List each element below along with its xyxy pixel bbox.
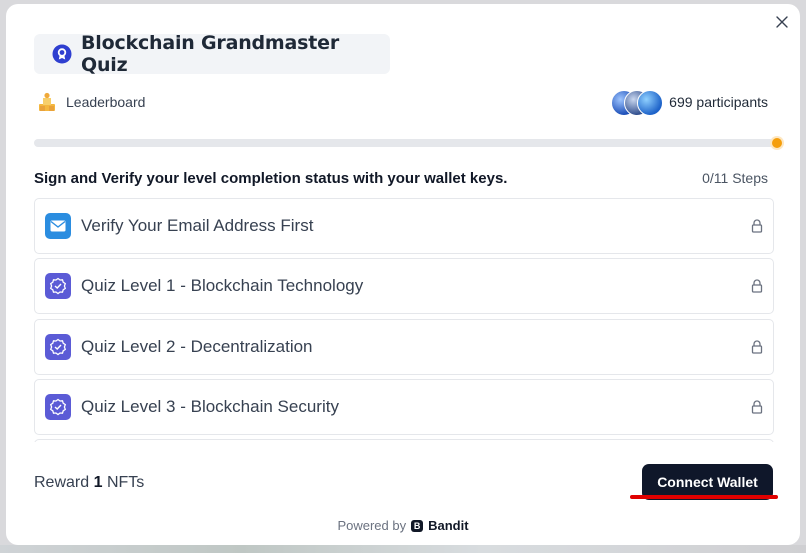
step-item-quiz-level-1[interactable]: Quiz Level 1 - Blockchain Technology [34, 258, 774, 314]
participants-info: 699 participants [611, 88, 768, 116]
avatar [637, 90, 664, 116]
step-item-verify-email[interactable]: Verify Your Email Address First [34, 198, 774, 254]
step-label: Verify Your Email Address First [81, 216, 314, 235]
steps-counter: 0/11 Steps [702, 170, 768, 186]
reward-summary: Reward 1 NFTs [34, 474, 144, 492]
quiz-title-bar: Blockchain Grandmaster Quiz [34, 32, 390, 76]
highlight-underline [630, 495, 778, 499]
step-item-quiz-level-3[interactable]: Quiz Level 3 - Blockchain Security [34, 379, 774, 435]
email-icon [45, 213, 71, 239]
step-label: Quiz Level 1 - Blockchain Technology [81, 276, 364, 295]
progress-bar [34, 138, 782, 148]
participant-avatars [611, 89, 664, 116]
verified-badge-icon [45, 273, 71, 299]
lock-icon [751, 279, 763, 293]
trophy-icon [39, 92, 55, 111]
reward-count: 1 [93, 474, 103, 491]
step-list: Verify Your Email Address First Quiz Lev… [34, 198, 774, 442]
leaderboard-label: Leaderboard [66, 94, 146, 110]
reward-unit: NFTs [106, 474, 145, 491]
step-item-quiz-level-2[interactable]: Quiz Level 2 - Decentralization [34, 319, 774, 375]
quiz-badge-icon [52, 44, 72, 64]
powered-by-label: Powered by [337, 518, 407, 533]
leaderboard-link[interactable]: Leaderboard [36, 90, 145, 114]
progress-indicator [772, 138, 782, 148]
close-icon [776, 16, 788, 28]
verified-badge-icon [45, 394, 71, 420]
step-item-partial[interactable] [34, 439, 774, 442]
step-label: Quiz Level 2 - Decentralization [81, 337, 313, 356]
lock-icon [751, 219, 763, 233]
quiz-modal: Blockchain Grandmaster Quiz Leaderboard … [6, 4, 800, 545]
step-label: Quiz Level 3 - Blockchain Security [81, 397, 339, 416]
bandit-logo-icon: B [411, 519, 424, 532]
verified-badge-icon [45, 334, 71, 360]
lock-icon [751, 340, 763, 354]
reward-prefix: Reward [34, 474, 90, 491]
participants-count: 699 participants [669, 94, 768, 110]
instructions-text: Sign and Verify your level completion st… [34, 170, 508, 187]
close-button[interactable] [772, 12, 792, 32]
quiz-title: Blockchain Grandmaster Quiz [81, 32, 339, 76]
powered-by-footer: Powered by B Bandit [6, 518, 800, 533]
page-backdrop [0, 545, 806, 553]
lock-icon [751, 400, 763, 414]
bandit-brand-name[interactable]: Bandit [428, 518, 468, 533]
